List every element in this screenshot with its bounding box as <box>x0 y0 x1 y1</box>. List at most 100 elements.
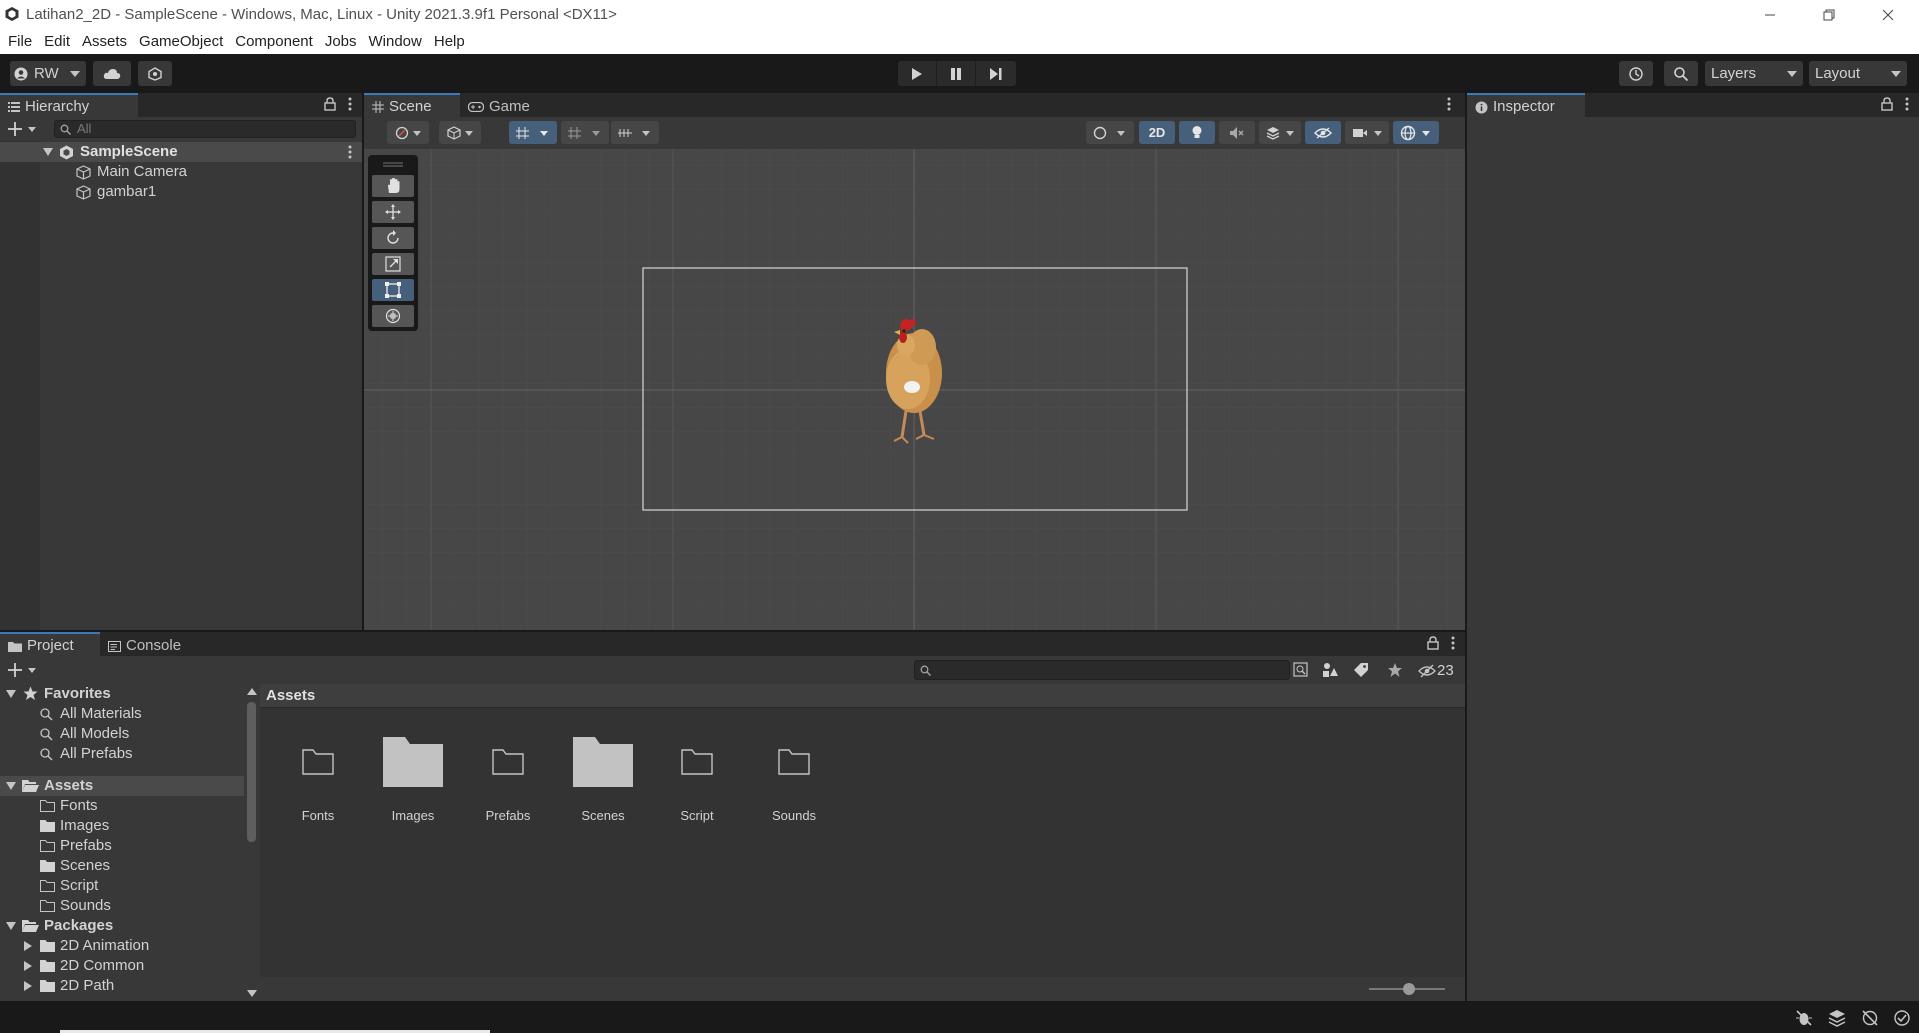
chevron-down-icon[interactable] <box>43 148 53 156</box>
scrollbar-thumb[interactable] <box>247 702 256 842</box>
add-icon[interactable] <box>8 662 38 678</box>
gizmos-dropdown[interactable] <box>1393 121 1439 144</box>
cache-server-icon[interactable] <box>1828 1009 1846 1027</box>
hierarchy-item-gambar1[interactable]: gambar1 <box>0 182 362 202</box>
step-button[interactable] <box>976 61 1015 86</box>
menu-window[interactable]: Window <box>363 29 428 54</box>
chevron-down-icon[interactable] <box>6 922 16 930</box>
scroll-down-icon[interactable] <box>247 990 257 997</box>
more-options-icon[interactable] <box>1905 97 1909 111</box>
scene-visibility-toggle[interactable] <box>1305 121 1341 144</box>
increment-snap-dropdown[interactable] <box>611 121 659 144</box>
shading-dropdown[interactable] <box>439 121 481 144</box>
tab-console[interactable]: Console <box>100 632 200 656</box>
grid-snap-dropdown[interactable] <box>561 121 609 144</box>
asset-folder-script[interactable]: Script <box>657 734 737 823</box>
hidden-packages-toggle[interactable]: 23 <box>1418 662 1454 679</box>
camera-settings-dropdown[interactable] <box>1345 121 1389 144</box>
scale-tool-button[interactable] <box>372 253 414 275</box>
favorite-item[interactable]: All Models <box>0 724 244 744</box>
account-dropdown[interactable]: RW <box>10 61 86 86</box>
draw-mode-dropdown[interactable] <box>387 121 429 144</box>
package-item[interactable]: 2D Path <box>0 976 244 996</box>
tab-game[interactable]: Game <box>460 93 542 117</box>
tab-project[interactable]: Project <box>0 632 100 656</box>
layers-dropdown[interactable]: Layers <box>1705 61 1803 86</box>
tab-scene[interactable]: Scene <box>364 93 460 117</box>
asset-folder-item[interactable]: Fonts <box>0 796 244 816</box>
gizmo-orientation-dropdown[interactable] <box>1086 121 1134 144</box>
lock-icon[interactable] <box>324 97 336 111</box>
icon-size-slider[interactable] <box>1367 981 1447 997</box>
asset-folder-fonts[interactable]: Fonts <box>278 734 358 823</box>
restore-button[interactable] <box>1800 0 1858 29</box>
asset-folder-scenes[interactable]: Scenes <box>563 734 643 823</box>
add-icon[interactable] <box>8 121 38 137</box>
project-search-input[interactable] <box>914 660 1290 680</box>
hand-tool-button[interactable] <box>372 175 414 197</box>
scene-canvas[interactable] <box>364 149 1465 630</box>
more-options-icon[interactable] <box>1447 97 1451 111</box>
asset-folder-prefabs[interactable]: Prefabs <box>468 734 548 823</box>
transform-tool-button[interactable] <box>372 305 414 327</box>
menu-component[interactable]: Component <box>229 29 319 54</box>
chevron-down-icon[interactable] <box>6 690 16 698</box>
tab-inspector[interactable]: Inspector <box>1467 93 1585 117</box>
rect-tool-button[interactable] <box>372 279 414 301</box>
breadcrumb-assets[interactable]: Assets <box>266 687 315 704</box>
close-button[interactable] <box>1859 0 1917 29</box>
search-button[interactable] <box>1664 61 1698 86</box>
asset-folder-item[interactable]: Sounds <box>0 896 244 916</box>
menu-gameobject[interactable]: GameObject <box>133 29 229 54</box>
chevron-right-icon[interactable] <box>24 961 32 971</box>
effects-dropdown[interactable] <box>1259 121 1301 144</box>
move-snap-toggle[interactable] <box>509 121 557 144</box>
pause-button[interactable] <box>937 61 976 86</box>
search-by-type-icon[interactable] <box>1293 662 1309 678</box>
filter-by-label-icon[interactable] <box>1353 662 1369 678</box>
asset-folder-sounds[interactable]: Sounds <box>754 734 834 823</box>
menu-help[interactable]: Help <box>428 29 471 54</box>
favorites-header[interactable]: Favorites <box>0 684 244 704</box>
debug-bug-icon[interactable] <box>1795 1009 1813 1027</box>
hierarchy-search-input[interactable]: All <box>54 120 356 138</box>
folder-tree-scrollbar[interactable] <box>244 684 260 1001</box>
asset-folder-item[interactable]: Scenes <box>0 856 244 876</box>
menu-edit[interactable]: Edit <box>38 29 76 54</box>
favorite-item[interactable]: All Materials <box>0 704 244 724</box>
move-tool-button[interactable] <box>372 201 414 223</box>
audio-toggle[interactable] <box>1219 121 1255 144</box>
chevron-down-icon[interactable] <box>6 782 16 790</box>
more-options-icon[interactable] <box>348 97 352 111</box>
mode-2d-toggle[interactable]: 2D <box>1139 121 1175 144</box>
auto-generate-lighting-icon[interactable] <box>1861 1009 1879 1027</box>
package-item[interactable]: 2D Common <box>0 956 244 976</box>
asset-folder-item[interactable]: Prefabs <box>0 836 244 856</box>
scroll-up-icon[interactable] <box>247 688 257 695</box>
collab-button[interactable] <box>138 61 172 86</box>
lighting-toggle[interactable] <box>1179 121 1215 144</box>
asset-folder-item[interactable]: Images <box>0 816 244 836</box>
tab-hierarchy[interactable]: Hierarchy <box>0 93 138 117</box>
star-icon[interactable] <box>1387 662 1403 678</box>
filter-by-type-icon[interactable] <box>1322 662 1338 678</box>
more-options-icon[interactable] <box>1451 636 1455 650</box>
check-circle-icon[interactable] <box>1893 1009 1911 1027</box>
menu-file[interactable]: File <box>2 29 38 54</box>
chevron-right-icon[interactable] <box>24 981 32 991</box>
rotate-tool-button[interactable] <box>372 227 414 249</box>
more-options-icon[interactable] <box>348 145 352 159</box>
minimize-button[interactable] <box>1741 0 1799 29</box>
assets-header[interactable]: Assets <box>0 776 244 796</box>
package-item[interactable]: 2D Animation <box>0 936 244 956</box>
cloud-button[interactable] <box>93 61 131 86</box>
menu-assets[interactable]: Assets <box>76 29 133 54</box>
history-button[interactable] <box>1619 61 1653 86</box>
palette-drag-handle[interactable] <box>372 159 414 171</box>
chicken-sprite[interactable] <box>864 307 964 457</box>
asset-folder-images[interactable]: Images <box>373 734 453 823</box>
lock-icon[interactable] <box>1427 636 1439 650</box>
asset-folder-item[interactable]: Script <box>0 876 244 896</box>
hierarchy-item-main-camera[interactable]: Main Camera <box>0 162 362 182</box>
menu-jobs[interactable]: Jobs <box>319 29 363 54</box>
